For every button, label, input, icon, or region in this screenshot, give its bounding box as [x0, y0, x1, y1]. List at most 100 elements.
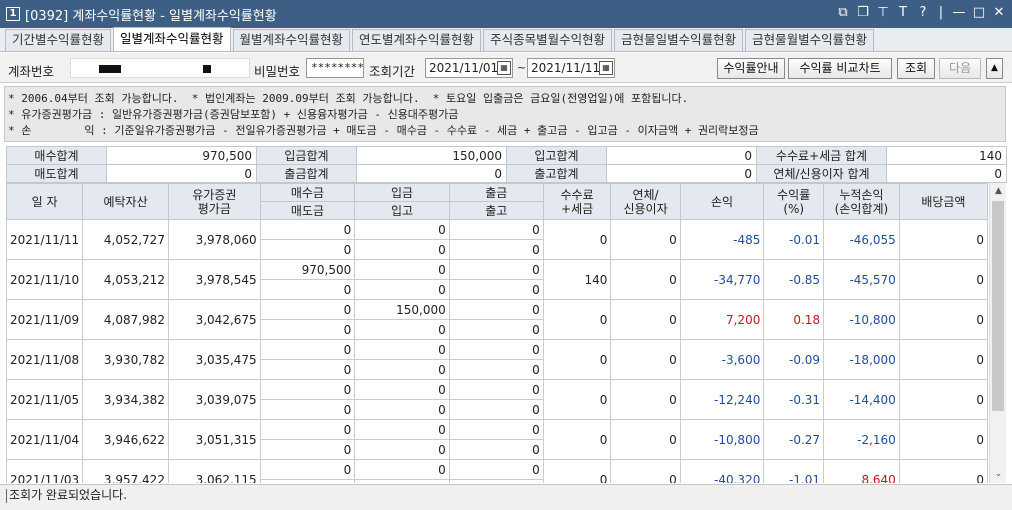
cell-stock-in: 0 [354, 399, 450, 420]
search-button[interactable]: 조회 [897, 58, 935, 79]
col-header-pnl[interactable]: 손익 [679, 183, 765, 220]
cell-stock-in: 0 [354, 319, 450, 340]
cell-securities: 3,978,545 [167, 259, 261, 300]
cell-cumulative-pnl: -2,160 [823, 419, 900, 460]
table-row[interactable]: 2021/11/03 3,957,422 3,062,115 0 0 0 0 0 -40,320… [6, 459, 988, 483]
period-label: 조회기간 [369, 64, 416, 79]
col-header-sell[interactable]: 매도금 [259, 201, 356, 220]
summary-value: 150,000 [356, 146, 507, 165]
col-header-interest[interactable]: 연체/신용이자 [610, 183, 681, 220]
cell-stock-out: 0 [448, 239, 544, 260]
return-compare-chart-button[interactable]: 수익률 비교차트 [788, 58, 892, 79]
cell-stock-in: 0 [354, 479, 450, 483]
col-header-stock-in[interactable]: 입고 [354, 201, 450, 220]
cell-date: 2021/11/09 [6, 299, 84, 340]
col-header-securities[interactable]: 유가증권 평가금 [167, 183, 261, 220]
table-row[interactable]: 2021/11/09 4,087,982 3,042,675 0 150,000 0 0 0 7… [6, 299, 988, 340]
tab-stock-monthly-return[interactable]: 주식종목별월수익현황 [483, 29, 613, 51]
cell-dividend: 0 [898, 259, 988, 300]
cell-deposit-assets: 3,934,382 [82, 379, 169, 420]
pin-icon[interactable]: ⊤ [876, 5, 890, 21]
next-button[interactable]: 다음 [939, 58, 981, 79]
return-guide-button[interactable]: 수익률안내 [717, 58, 785, 79]
cell-fee-tax: 0 [542, 459, 612, 483]
date-to-field[interactable]: 2021/11/11 ▦ [527, 58, 615, 78]
font-size-icon[interactable]: T [896, 5, 910, 21]
tab-monthly-account-return[interactable]: 월별계좌수익률현황 [232, 29, 351, 51]
scroll-down-arrow-icon[interactable]: ⌄ [990, 466, 1007, 483]
cell-buy: 0 [259, 219, 356, 240]
col-header-cumulative-pnl[interactable]: 누적손익 (손익합계) [823, 183, 900, 220]
tab-bar: 기간별수익률현황 일별계좌수익률현황 월별계좌수익률현황 연도별계좌수익률현황 … [0, 27, 1012, 52]
cell-deposit-assets: 4,053,212 [82, 259, 169, 300]
window-number-badge: 1 [6, 7, 20, 21]
header-line: (%) [783, 201, 805, 216]
cell-fee-tax: 0 [542, 299, 612, 340]
copy-window-icon[interactable]: ❐ [856, 5, 870, 21]
cell-cumulative-pnl: -46,055 [823, 219, 900, 260]
cell-return-rate: -0.31 [763, 379, 825, 420]
cell-withdraw: 0 [448, 219, 544, 240]
calendar-icon[interactable]: ▦ [497, 61, 511, 75]
cell-dividend: 0 [898, 459, 988, 483]
scroll-up-arrow-icon[interactable]: ▲ [990, 183, 1007, 200]
close-icon[interactable]: ✕ [992, 5, 1006, 21]
cell-interest: 0 [610, 219, 681, 260]
tab-daily-account-return[interactable]: 일별계좌수익률현황 [113, 27, 231, 51]
cell-deposit-assets: 3,957,422 [82, 459, 169, 483]
cell-fee-tax: 0 [542, 339, 612, 380]
col-header-date[interactable]: 일 자 [6, 183, 84, 220]
header-line: 유가증권 [192, 187, 237, 202]
tab-period-return[interactable]: 기간별수익률현황 [5, 29, 112, 51]
table-row[interactable]: 2021/11/10 4,053,212 3,978,545 970,500 0 0 140… [6, 259, 988, 300]
cell-pnl: -3,600 [679, 339, 765, 380]
col-header-stock-out[interactable]: 출고 [448, 201, 544, 220]
tab-yearly-account-return[interactable]: 연도별계좌수익률현황 [352, 29, 482, 51]
cell-dividend: 0 [898, 219, 988, 260]
minimize-icon[interactable]: — [952, 5, 966, 21]
date-to-value: 2021/11/11 [531, 61, 601, 75]
cell-pnl: -10,800 [679, 419, 765, 460]
header-line: 수익률 [777, 187, 811, 202]
col-header-deposit-in[interactable]: 입금 [354, 183, 450, 202]
daily-return-grid[interactable]: 일 자 예탁자산 유가증권 평가금 매수금 입금 출금 수수료 +세금 연체/신용이… [6, 183, 988, 483]
masked-account-block [99, 65, 121, 73]
password-field[interactable]: ******** [306, 58, 364, 78]
calendar-icon[interactable]: ▦ [599, 61, 613, 75]
cell-cumulative-pnl: -45,570 [823, 259, 900, 300]
cell-sell: 0 [259, 479, 356, 483]
password-label: 비밀번호 [254, 64, 301, 79]
summary-label: 매도합계 [6, 164, 107, 183]
table-row[interactable]: 2021/11/08 3,930,782 3,035,475 0 0 0 0 0 -3,600-… [6, 339, 988, 380]
notes-panel: * 2006.04부터 조회 가능합니다. * 법인계좌는 2009.09부터 … [4, 86, 1006, 142]
table-row[interactable]: 2021/11/05 3,934,382 3,039,075 0 0 0 0 0 -12,240… [6, 379, 988, 420]
col-header-buy[interactable]: 매수금 [259, 183, 356, 202]
link-window-icon[interactable]: ⧉ [836, 5, 850, 21]
cell-stock-out: 0 [448, 279, 544, 300]
col-header-withdraw[interactable]: 출금 [448, 183, 544, 202]
cell-fee-tax: 140 [542, 259, 612, 300]
cell-deposit-assets: 4,052,727 [82, 219, 169, 260]
date-from-field[interactable]: 2021/11/01 ▦ [425, 58, 513, 78]
collapse-up-button[interactable]: ▲ [986, 58, 1003, 79]
cell-pnl: 7,200 [679, 299, 765, 340]
maximize-icon[interactable]: □ [972, 5, 986, 21]
tab-gold-monthly-return[interactable]: 금현물월별수익률현황 [745, 29, 875, 51]
cell-stock-in: 0 [354, 279, 450, 300]
tab-gold-daily-return[interactable]: 금현물일별수익률현황 [614, 29, 744, 51]
col-header-dividend[interactable]: 배당금액 [898, 183, 988, 220]
cell-interest: 0 [610, 339, 681, 380]
help-icon[interactable]: ? [916, 5, 930, 21]
summary-table: 매수합계 970,500 입금합계 150,000 입고합계 0 수수료+세금 … [6, 146, 1007, 183]
table-row[interactable]: 2021/11/11 4,052,727 3,978,060 0 0 0 0 0 -485 -0.… [6, 219, 988, 260]
vertical-scrollbar[interactable]: ▲ ⌄ [989, 183, 1006, 483]
account-number-field[interactable] [70, 58, 250, 78]
table-row[interactable]: 2021/11/04 3,946,622 3,051,315 0 0 0 0 0 -10,800… [6, 419, 988, 460]
cell-deposit-assets: 3,946,622 [82, 419, 169, 460]
cell-interest: 0 [610, 459, 681, 483]
col-header-return-rate[interactable]: 수익률 (%) [763, 183, 825, 220]
scrollbar-thumb[interactable] [992, 201, 1004, 411]
col-header-deposit-assets[interactable]: 예탁자산 [82, 183, 169, 220]
cell-buy: 0 [259, 459, 356, 480]
col-header-fee-tax[interactable]: 수수료 +세금 [542, 183, 612, 220]
